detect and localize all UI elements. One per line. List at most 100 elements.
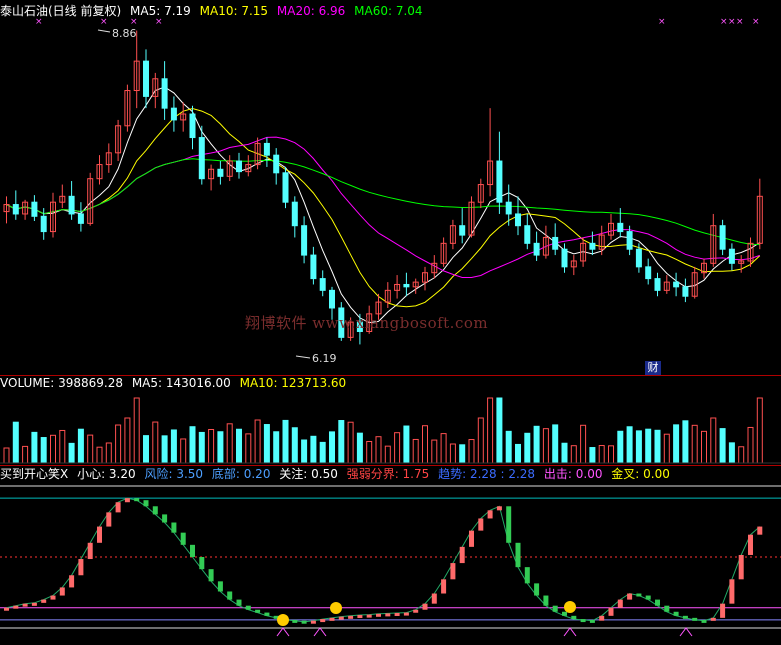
indicator-bar: [329, 617, 335, 621]
candle-body: [329, 289, 335, 309]
candle-body: [161, 78, 168, 109]
indicator-bar: [385, 613, 391, 617]
volume-bar: [635, 430, 642, 464]
volume-bar: [673, 424, 680, 464]
volume-bar: [756, 397, 763, 464]
candle-body: [728, 248, 735, 264]
ma60-line: [6, 158, 760, 246]
indicator-bar: [450, 563, 456, 580]
indicator-bar: [487, 510, 493, 519]
indicator-bar: [571, 615, 577, 620]
stock-name: 泰山石油(日线 前复权): [0, 4, 122, 18]
candle-body: [198, 137, 205, 180]
indicator-bar: [236, 599, 242, 606]
candle-body: [68, 195, 75, 215]
volume-bar: [375, 436, 382, 464]
volume-bar: [40, 437, 47, 464]
volume-bar: [347, 421, 354, 464]
signal-marker: ×: [155, 17, 163, 27]
candle-body: [310, 254, 317, 280]
volume-bar: [68, 442, 75, 464]
candle-body: [77, 213, 84, 224]
volume-bar: [208, 428, 215, 464]
indicator-bar: [738, 554, 744, 580]
volume-bar: [533, 425, 540, 464]
indicator-bar: [534, 583, 540, 596]
volume-bar: [691, 424, 698, 464]
candle-body: [217, 168, 224, 177]
volume-bar: [226, 423, 233, 464]
indicator-bar: [50, 595, 56, 600]
volume-bar: [22, 445, 29, 464]
indicator-bar: [162, 514, 168, 523]
candle-body: [589, 242, 596, 250]
indicator-bar: [180, 532, 186, 545]
indicator-bar: [562, 611, 567, 616]
indicator-bar: [627, 593, 633, 600]
volume-bar: [161, 435, 168, 464]
indicator-bar: [245, 605, 251, 610]
indicator-bar: [338, 616, 344, 620]
indicator-bar: [748, 534, 753, 555]
volume-bar: [738, 446, 745, 464]
indicator-bar: [608, 607, 614, 616]
candle-body: [236, 160, 242, 173]
volume-bar: [496, 397, 503, 464]
candle-body: [617, 222, 624, 233]
buy-arrow-icon: [313, 627, 327, 637]
indicator-bar: [292, 619, 298, 623]
watermark: 翔博软件 www.xiangbosoft.com: [245, 314, 489, 332]
volume-bar: [570, 445, 577, 464]
finance-badge[interactable]: 财: [645, 361, 661, 375]
indicator-header: 买到开心笑X 小心: 3.20 风险: 3.50 底部: 0.20 关注: 0.…: [0, 467, 675, 481]
candle-body: [403, 283, 410, 288]
volume-bar: [105, 442, 112, 464]
indicator-bar: [459, 546, 465, 564]
volume-bar: [152, 421, 159, 464]
signal-marker: ×: [35, 17, 43, 27]
bottom-readout: 底部: 0.20: [211, 467, 271, 481]
price-header: 泰山石油(日线 前复权) MA5: 7.19 MA10: 7.15 MA20: …: [0, 4, 428, 18]
trend-line: [6, 497, 761, 623]
volume-bar: [459, 444, 466, 464]
buy-arrow-icon: [276, 627, 290, 637]
candle-body: [282, 172, 289, 203]
volume-bar: [273, 431, 280, 464]
volume-bar: [701, 430, 707, 464]
volume-bar: [263, 424, 270, 464]
focus-readout: 关注: 0.50: [279, 467, 338, 481]
volume-bar: [412, 438, 419, 464]
indicator-bar: [208, 569, 214, 582]
indicator-bar: [366, 614, 372, 618]
volume-bar: [124, 417, 131, 464]
volume-bar: [589, 447, 596, 464]
volume-bar: [384, 445, 391, 464]
volume-bar: [319, 441, 326, 464]
candle-body: [673, 281, 680, 288]
volume-bar: [338, 420, 345, 464]
indicator-bar: [13, 605, 19, 609]
volume-bar: [180, 438, 187, 464]
candle-body: [273, 154, 280, 174]
candle-body: [319, 278, 326, 291]
volume-bar: [12, 421, 19, 464]
indicator-bar: [22, 603, 28, 607]
volume-bar: [747, 426, 754, 464]
volume-bar: [682, 420, 689, 464]
indicator-bar: [524, 567, 530, 584]
indicator-bar: [431, 593, 437, 604]
volume-bar: [236, 428, 242, 464]
candle-body: [682, 286, 689, 297]
indicator-bar: [729, 579, 735, 604]
indicator-bar: [320, 619, 326, 623]
volume-bar: [524, 432, 531, 464]
volume-bar: [552, 424, 559, 464]
indicator-bar: [478, 518, 484, 531]
ma5-readout: MA5: 7.19: [130, 4, 191, 18]
candle-body: [40, 215, 47, 233]
volume-bar: [198, 431, 205, 464]
indicator-bar: [757, 526, 763, 535]
volume-bar: [468, 439, 475, 464]
volume-bar: [505, 430, 512, 464]
indicator-bar: [506, 506, 512, 543]
